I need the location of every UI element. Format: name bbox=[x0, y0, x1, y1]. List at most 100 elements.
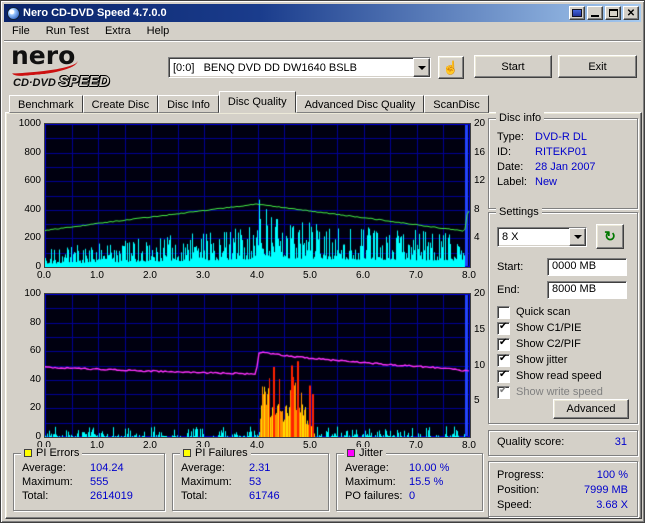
jitter-legend-icon bbox=[347, 449, 355, 457]
x-axis-tick-label: 4.0 bbox=[250, 270, 264, 281]
scan-start-label: Start: bbox=[497, 261, 524, 273]
pie-maximum-label: Maximum: bbox=[22, 476, 73, 488]
y-axis-tick-label: 400 bbox=[24, 204, 41, 215]
checkbox-show-write-speed-label: Show write speed bbox=[516, 386, 603, 398]
tab-disc-info[interactable]: Disc Info bbox=[158, 95, 219, 113]
checkbox-show-jitter[interactable]: Show jitter bbox=[497, 353, 567, 367]
exit-button[interactable]: Exit bbox=[558, 55, 637, 78]
maximize-button[interactable] bbox=[605, 6, 621, 20]
jitter-stats-title: Jitter bbox=[344, 447, 386, 459]
logo-cd-dvd-text: CD·DVD bbox=[13, 77, 56, 89]
x-axis-tick-label: 1.0 bbox=[90, 270, 104, 281]
logo-speed-text: SPEED bbox=[58, 73, 110, 90]
chevron-down-icon bbox=[573, 235, 582, 239]
titlebar-badge-icon[interactable] bbox=[569, 6, 585, 20]
tab-disc-quality[interactable]: Disc Quality bbox=[218, 91, 296, 113]
settings-group: Settings 8 X ↻ Start: 0000 MB End: 8000 … bbox=[488, 206, 638, 424]
jitter-maximum-label: Maximum: bbox=[345, 476, 396, 488]
disc-id-label: ID: bbox=[497, 146, 512, 158]
pi-failures-legend-icon bbox=[183, 449, 191, 457]
checkbox-show-c1-pie[interactable]: Show C1/PIE bbox=[497, 321, 581, 335]
start-button[interactable]: Start bbox=[474, 55, 552, 78]
tab-strip: Benchmark Create Disc Disc Info Disc Qua… bbox=[9, 91, 489, 113]
tab-scandisc[interactable]: ScanDisc bbox=[424, 95, 489, 113]
drive-select[interactable]: [0:0] BENQ DVD DD DW1640 BSLB bbox=[168, 57, 431, 78]
x-axis-tick-label: 8.0 bbox=[462, 270, 476, 281]
advanced-button[interactable]: Advanced bbox=[553, 399, 629, 419]
disc-info-group: Disc info Type: DVD-R DL ID: RITEKP01 Da… bbox=[488, 112, 638, 209]
speed-select-dropdown-button[interactable] bbox=[569, 228, 586, 246]
checkbox-show-c2-pif-label: Show C2/PIF bbox=[516, 338, 581, 350]
po-failures-value: 0 bbox=[409, 490, 416, 502]
refresh-icon: ↻ bbox=[604, 228, 616, 244]
y-axis-tick-label: 100 bbox=[24, 288, 41, 299]
x-axis-tick-label: 7.0 bbox=[409, 270, 423, 281]
speed-label: Speed: bbox=[497, 499, 532, 511]
chevron-down-icon bbox=[417, 65, 426, 70]
disc-type-label: Type: bbox=[497, 131, 524, 143]
pif-average-value: 2.31 bbox=[249, 462, 271, 474]
speed-select[interactable]: 8 X bbox=[497, 227, 587, 247]
scan-end-label: End: bbox=[497, 284, 520, 296]
logo-subtitle: CD·DVD SPEED bbox=[13, 73, 110, 90]
pi-errors-chart bbox=[44, 123, 471, 268]
menu-help[interactable]: Help bbox=[139, 23, 178, 39]
checkbox-show-c2-pif[interactable]: Show C2/PIF bbox=[497, 337, 581, 351]
title-bar: Nero CD-DVD Speed 4.7.0.0 ✕ bbox=[4, 4, 641, 22]
minimize-button[interactable] bbox=[587, 6, 603, 20]
pi-errors-chart-block: 1000 800 600 400 200 0 20 16 12 8 4 0.0 1.0 2.0 3.0 4.0… bbox=[10, 118, 500, 285]
disc-info-title: Disc info bbox=[496, 112, 545, 124]
disc-type-value: DVD-R DL bbox=[535, 131, 587, 143]
hand-tool-button[interactable]: ☝ bbox=[438, 56, 464, 79]
checkbox-show-read-speed-label: Show read speed bbox=[516, 370, 602, 382]
drive-select-dropdown-button[interactable] bbox=[413, 58, 430, 77]
menu-extra[interactable]: Extra bbox=[97, 23, 139, 39]
checkbox-box bbox=[497, 369, 510, 383]
x-axis-tick-label: 5.0 bbox=[303, 440, 317, 451]
disc-date-value: 28 Jan 2007 bbox=[535, 161, 596, 173]
tab-advanced-disc-quality[interactable]: Advanced Disc Quality bbox=[295, 95, 425, 113]
checkbox-quick-scan[interactable]: Quick scan bbox=[497, 305, 570, 319]
pi-failures-stats-title: PI Failures bbox=[180, 447, 251, 459]
checkbox-box bbox=[497, 385, 510, 399]
scan-end-input[interactable]: 8000 MB bbox=[547, 281, 627, 299]
menu-file[interactable]: File bbox=[4, 23, 38, 39]
close-button[interactable]: ✕ bbox=[623, 6, 639, 20]
checkbox-show-jitter-label: Show jitter bbox=[516, 354, 568, 366]
menu-run-test[interactable]: Run Test bbox=[38, 23, 97, 39]
settings-title: Settings bbox=[496, 206, 542, 218]
x-axis-tick-label: 1.0 bbox=[90, 440, 104, 451]
jitter-title-text: Jitter bbox=[359, 447, 383, 459]
y-axis-tick-label: 40 bbox=[29, 374, 41, 385]
jitter-maximum-value: 15.5 % bbox=[409, 476, 444, 488]
refresh-speed-button[interactable]: ↻ bbox=[596, 224, 624, 249]
tab-create-disc[interactable]: Create Disc bbox=[82, 95, 159, 113]
window-title: Nero CD-DVD Speed 4.7.0.0 bbox=[23, 7, 167, 19]
progress-value: 100 % bbox=[596, 469, 628, 481]
checkbox-show-c1-pie-label: Show C1/PIE bbox=[516, 322, 582, 334]
hand-icon: ☝ bbox=[442, 59, 460, 75]
disc-date-label: Date: bbox=[497, 161, 524, 173]
checkbox-show-read-speed[interactable]: Show read speed bbox=[497, 369, 602, 383]
menu-divider bbox=[4, 40, 641, 42]
pie-average-label: Average: bbox=[22, 462, 66, 474]
nero-badge-icon bbox=[572, 9, 582, 17]
drive-select-value: [0:0] BENQ DVD DD DW1640 BSLB bbox=[173, 61, 358, 74]
y-axis-tick-label: 20 bbox=[29, 402, 41, 413]
tab-benchmark[interactable]: Benchmark bbox=[9, 95, 83, 113]
y-axis-tick-label: 60 bbox=[29, 345, 41, 356]
checkbox-quick-scan-label: Quick scan bbox=[516, 306, 571, 318]
scan-start-input[interactable]: 0000 MB bbox=[547, 258, 627, 276]
y-axis-tick-label: 200 bbox=[24, 232, 41, 243]
pi-errors-legend-icon bbox=[24, 449, 32, 457]
checkbox-show-write-speed: Show write speed bbox=[497, 385, 603, 399]
checkbox-box bbox=[497, 337, 510, 351]
pif-total-value: 61746 bbox=[249, 490, 280, 502]
x-axis-tick-label: 0.0 bbox=[37, 270, 51, 281]
jitter-average-value: 10.00 % bbox=[409, 462, 450, 474]
pi-errors-stats-title: PI Errors bbox=[21, 447, 83, 459]
checkbox-box bbox=[497, 353, 510, 367]
pi-failures-title-text: PI Failures bbox=[195, 447, 248, 459]
pie-total-value: 2614019 bbox=[90, 490, 133, 502]
checkbox-box bbox=[497, 305, 510, 319]
